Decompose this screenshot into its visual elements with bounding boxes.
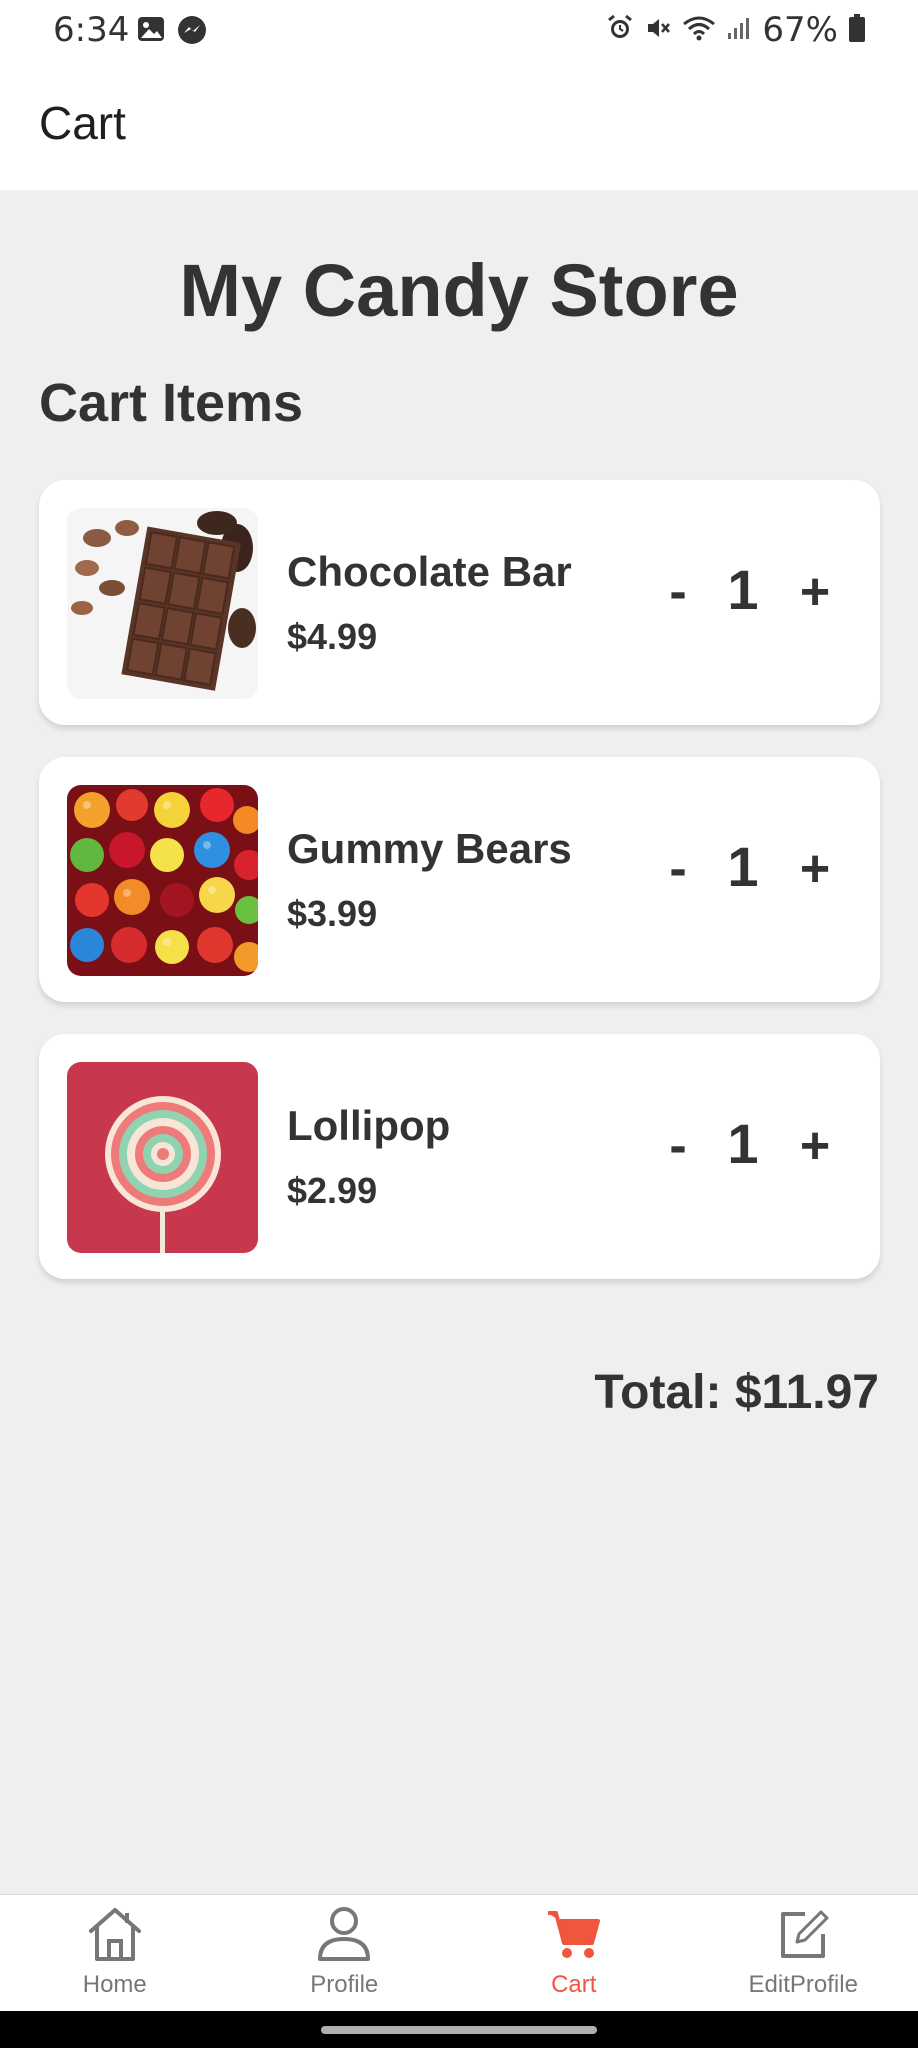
section-title: Cart Items [39,373,304,433]
decrease-quantity-button[interactable]: - [658,841,698,897]
quantity-value: 1 [727,835,759,898]
header-title: Cart [39,97,126,149]
quantity-value: 1 [727,1112,759,1175]
item-name: Gummy Bears [287,825,572,872]
increase-quantity-button[interactable]: + [795,1118,835,1174]
battery-icon [848,13,866,48]
cart-item: Chocolate Bar $4.99 - 1 + [39,480,880,725]
cart-item: Gummy Bears $3.99 - 1 + [39,757,880,1002]
cart-total: Total: $11.97 [594,1366,879,1419]
nav-profile[interactable]: Profile [230,1895,460,2012]
wifi-icon [682,14,716,47]
signal-icon [726,15,752,46]
increase-quantity-button[interactable]: + [795,841,835,897]
edit-icon [775,1903,831,1965]
profile-icon [316,1903,372,1965]
item-price: $4.99 [287,616,378,657]
mute-icon [644,14,672,47]
item-name: Lollipop [287,1102,451,1149]
store-title: My Candy Store [179,249,739,332]
nav-label: Profile [310,1971,379,1998]
cart-icon [546,1903,602,1965]
messenger-icon [176,14,208,51]
nav-edit-profile[interactable]: EditProfile [689,1895,918,2012]
cart-item: Lollipop $2.99 - 1 + [39,1034,880,1279]
decrease-quantity-button[interactable]: - [658,564,698,620]
bottom-nav: Home Profile Cart EditProfile [0,1894,918,2012]
status-time: 6:34 [53,10,130,50]
gummy-bears-image [67,785,258,976]
chocolate-bar-image [67,508,258,699]
increase-quantity-button[interactable]: + [795,564,835,620]
item-name: Chocolate Bar [287,548,572,595]
battery-percent: 67% [762,10,838,50]
nav-label: Home [82,1971,147,1998]
status-right-icons: 67% [606,10,866,50]
status-bar: 6:34 67% [0,0,918,62]
image-icon [136,14,166,51]
item-price: $2.99 [287,1170,378,1211]
home-gesture-handle[interactable] [321,2026,597,2034]
quantity-value: 1 [727,558,759,621]
status-left-icons [136,14,208,51]
nav-cart[interactable]: Cart [459,1895,689,2012]
nav-label: Cart [551,1971,597,1998]
nav-label: EditProfile [748,1971,858,1998]
gesture-bar [0,2011,918,2048]
nav-home[interactable]: Home [0,1895,230,2012]
decrease-quantity-button[interactable]: - [658,1118,698,1174]
lollipop-image [67,1062,258,1253]
item-price: $3.99 [287,893,378,934]
app-header: Cart [0,62,918,190]
home-icon [85,1903,145,1965]
alarm-icon [606,14,634,47]
